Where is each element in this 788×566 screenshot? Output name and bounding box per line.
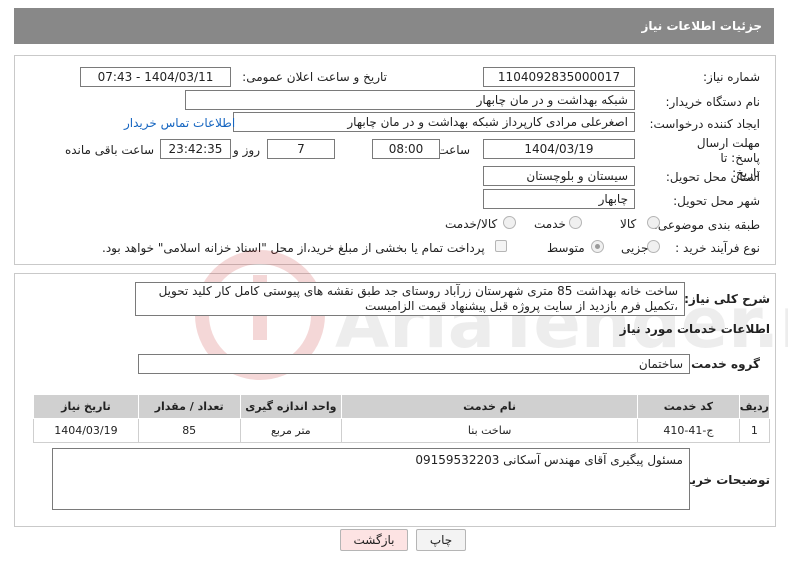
category-radio-goods[interactable] — [647, 216, 660, 229]
deadline-time-label: ساعت — [437, 143, 470, 157]
need-number-field: 1104092835000017 — [483, 67, 635, 87]
treasury-payment-note: پرداخت تمام یا بخشی از مبلغ خرید،از محل … — [102, 241, 485, 255]
need-number-label: شماره نیاز: — [703, 70, 760, 84]
page-header: جزئیات اطلاعات نیاز — [14, 8, 774, 44]
process-radio-medium[interactable] — [591, 240, 604, 253]
services-table: ردیف کد خدمت نام خدمت واحد اندازه گیری ت… — [33, 394, 771, 443]
col-unit: واحد اندازه گیری — [239, 394, 343, 419]
col-quantity: تعداد / مقدار — [137, 394, 241, 419]
process-label-medium: متوسط — [547, 241, 585, 255]
process-label-minor: جزیی — [621, 241, 649, 255]
services-info-heading: اطلاعات خدمات مورد نیاز — [619, 322, 770, 336]
category-label: طبقه بندی موضوعی: — [653, 218, 760, 232]
requester-label: ایجاد کننده درخواست: — [649, 117, 760, 131]
table-header-row: ردیف کد خدمت نام خدمت واحد اندازه گیری ت… — [33, 394, 771, 419]
category-label-goods: کالا — [620, 217, 637, 231]
days-remaining-field: 7 — [267, 139, 335, 159]
deadline-date-field: 1404/03/19 — [483, 139, 635, 159]
general-desc-text: ساخت خانه بهداشت 85 متری شهرستان زرآباد … — [158, 284, 678, 313]
city-field: چابهار — [483, 189, 635, 209]
col-service-name: نام خدمت — [341, 394, 639, 419]
page-title: جزئیات اطلاعات نیاز — [641, 19, 762, 33]
category-label-service: خدمت — [534, 217, 566, 231]
category-radio-service[interactable] — [569, 216, 582, 229]
buyer-org-field: شبکه بهداشت و در مان چابهار — [185, 90, 635, 110]
cell-quantity: 85 — [137, 418, 241, 443]
cell-service-code: ج-41-410 — [637, 418, 740, 443]
general-desc-label: شرح کلی نیاز: — [684, 292, 770, 306]
province-field: سیستان و بلوچستان — [483, 166, 635, 186]
process-type-label: نوع فرآیند خرید : — [675, 241, 760, 255]
general-desc-textarea: ساخت خانه بهداشت 85 متری شهرستان زرآباد … — [135, 282, 685, 316]
announce-datetime-field: 1404/03/11 - 07:43 — [80, 67, 231, 87]
requester-field: اصغرعلی مرادی کارپرداز شبکه بهداشت و در … — [233, 112, 635, 132]
col-row: ردیف — [738, 394, 771, 419]
time-remaining-label: ساعت باقی مانده — [64, 143, 154, 157]
process-radio-minor[interactable] — [647, 240, 660, 253]
print-button[interactable]: چاپ — [416, 529, 466, 551]
service-group-label: گروه خدمت: — [686, 357, 760, 371]
cell-service-name: ساخت بنا — [341, 418, 639, 443]
city-label: شهر محل تحویل: — [673, 194, 760, 208]
buyer-org-label: نام دستگاه خریدار: — [665, 95, 761, 109]
deadline-time-field: 08:00 — [372, 139, 440, 159]
table-row: 1 ج-41-410 ساخت بنا متر مربع 85 1404/03/… — [33, 418, 771, 443]
service-group-field: ساختمان — [138, 354, 690, 374]
cell-need-date: 1404/03/19 — [33, 418, 139, 443]
col-service-code: کد خدمت — [637, 394, 740, 419]
buyer-contact-link[interactable]: اطلاعات تماس خریدار — [124, 116, 235, 130]
buyer-notes-textarea: مسئول پیگیری آقای مهندس آسکانی 091595322… — [52, 448, 690, 510]
day-and-label: روز و — [233, 143, 260, 157]
col-need-date: تاریخ نیاز — [33, 394, 139, 419]
announce-datetime-label: تاریخ و ساعت اعلان عمومی: — [242, 70, 387, 84]
time-remaining-field: 23:42:35 — [160, 139, 231, 159]
back-button[interactable]: بازگشت — [340, 529, 408, 551]
cell-unit: متر مربع — [239, 418, 343, 443]
cell-row: 1 — [738, 418, 771, 443]
category-label-goods-service: کالا/خدمت — [445, 217, 498, 231]
treasury-payment-checkbox[interactable] — [495, 240, 507, 252]
category-radio-goods-service[interactable] — [503, 216, 516, 229]
province-label: استان محل تحویل: — [665, 170, 760, 184]
buyer-notes-text: مسئول پیگیری آقای مهندس آسکانی 091595322… — [415, 453, 683, 467]
